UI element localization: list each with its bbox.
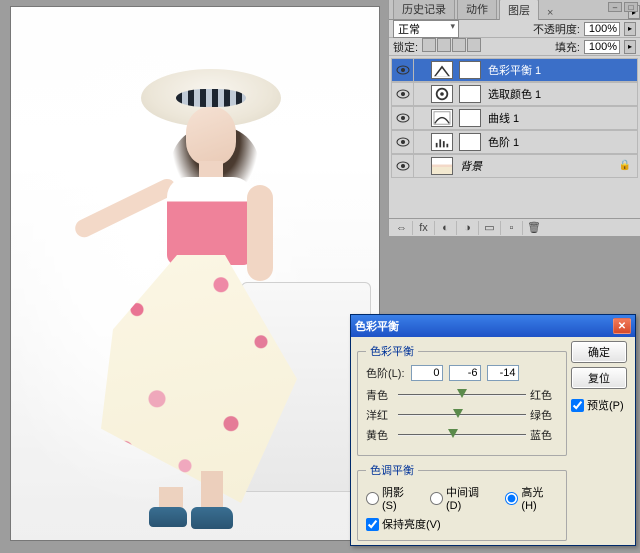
group-label: 色调平衡: [366, 462, 418, 478]
mask-thumb: [459, 85, 481, 103]
link-layers-icon[interactable]: ⇔: [391, 221, 413, 235]
layer-name: 曲线 1: [488, 110, 519, 126]
dialog-titlebar[interactable]: 色彩平衡 ✕: [351, 315, 635, 337]
layer-name: 选取颜色 1: [488, 86, 541, 102]
layer-name: 色阶 1: [488, 134, 519, 150]
tab-actions[interactable]: 动作: [457, 0, 497, 19]
adjustment-thumb: [431, 85, 453, 103]
blue-label: 蓝色: [530, 427, 558, 443]
fx-icon[interactable]: fx: [413, 221, 435, 235]
yellow-label: 黄色: [366, 427, 394, 443]
dialog-title: 色彩平衡: [355, 318, 399, 334]
photo: [11, 7, 379, 540]
color-balance-group: 色彩平衡 色阶(L): 青色 红色 洋红 绿色 黄色 蓝色: [357, 343, 567, 456]
layers-list: 色彩平衡 1 选取颜色 1 曲线 1 色阶 1 背景: [389, 56, 640, 178]
adjustment-thumb: [431, 109, 453, 127]
fill-stepper-icon[interactable]: ▸: [624, 40, 636, 54]
layer-thumb: [431, 157, 453, 175]
layer-curves[interactable]: 曲线 1: [391, 106, 638, 130]
tab-layers[interactable]: 图层: [499, 0, 539, 20]
close-icon[interactable]: ✕: [613, 318, 631, 334]
visibility-toggle[interactable]: [392, 155, 414, 177]
mask-thumb: [459, 133, 481, 151]
cyan-red-slider[interactable]: [398, 389, 526, 401]
layer-selective-color[interactable]: 选取颜色 1: [391, 82, 638, 106]
lock-all-icon[interactable]: [467, 38, 481, 52]
lock-icon: 🔒: [619, 160, 631, 171]
radio-shadows[interactable]: 阴影(S): [366, 484, 418, 512]
opacity-value[interactable]: 100%: [584, 22, 620, 36]
layer-name: 背景: [460, 158, 482, 174]
levels-label: 色阶(L):: [366, 365, 405, 381]
lock-pixels-icon[interactable]: [437, 38, 451, 52]
new-layer-icon[interactable]: ▫: [501, 221, 523, 235]
tab-history[interactable]: 历史记录: [393, 0, 455, 19]
mask-icon[interactable]: ◐: [435, 221, 457, 235]
fill-value[interactable]: 100%: [584, 40, 620, 54]
group-label: 色彩平衡: [366, 343, 418, 359]
layer-color-balance[interactable]: 色彩平衡 1: [391, 58, 638, 82]
checkbox-preserve-luminosity[interactable]: 保持亮度(V): [366, 516, 558, 532]
panels-column: – □ 历史记录 动作 图层 × ▸ 正常 不透明度: 100% ▸ 锁定: 填…: [388, 0, 640, 236]
ok-button[interactable]: 确定: [571, 341, 627, 363]
radio-midtones[interactable]: 中间调(D): [430, 484, 493, 512]
adjustment-thumb: [431, 61, 453, 79]
mask-thumb: [459, 109, 481, 127]
tab-close-icon[interactable]: ×: [543, 7, 557, 19]
visibility-toggle[interactable]: [392, 59, 414, 81]
mask-thumb: [459, 61, 481, 79]
tone-balance-group: 色调平衡 阴影(S) 中间调(D) 高光(H) 保持亮度(V): [357, 462, 567, 541]
lock-transparency-icon[interactable]: [422, 38, 436, 52]
model-figure: [71, 69, 311, 529]
yellow-blue-slider[interactable]: [398, 429, 526, 441]
visibility-toggle[interactable]: [392, 83, 414, 105]
adjustment-icon[interactable]: ◑: [457, 221, 479, 235]
panel-tabs: 历史记录 动作 图层 × ▸: [389, 0, 640, 20]
checkbox-preview[interactable]: 预览(P): [571, 397, 627, 413]
opacity-stepper-icon[interactable]: ▸: [624, 22, 636, 36]
layer-levels[interactable]: 色阶 1: [391, 130, 638, 154]
layers-footer: ⇔ fx ◐ ◑ ▭ ▫ 🗑: [389, 218, 640, 236]
layer-name: 色彩平衡 1: [488, 62, 541, 78]
green-label: 绿色: [530, 407, 558, 423]
cyan-label: 青色: [366, 387, 394, 403]
lock-buttons[interactable]: [422, 38, 482, 55]
level-input-b[interactable]: [449, 365, 481, 381]
level-input-c[interactable]: [487, 365, 519, 381]
panel-minimize-icon[interactable]: –: [608, 2, 622, 12]
adjustment-thumb: [431, 133, 453, 151]
lock-position-icon[interactable]: [452, 38, 466, 52]
reset-button[interactable]: 复位: [571, 367, 627, 389]
opacity-label: 不透明度:: [533, 21, 580, 37]
visibility-toggle[interactable]: [392, 107, 414, 129]
magenta-label: 洋红: [366, 407, 394, 423]
lock-label: 锁定:: [393, 39, 418, 55]
layer-background[interactable]: 背景 🔒: [391, 154, 638, 178]
magenta-green-slider[interactable]: [398, 409, 526, 421]
visibility-toggle[interactable]: [392, 131, 414, 153]
panel-close-icon[interactable]: □: [624, 2, 638, 12]
group-icon[interactable]: ▭: [479, 221, 501, 235]
level-input-a[interactable]: [411, 365, 443, 381]
fill-label: 填充:: [555, 39, 580, 55]
blend-mode-select[interactable]: 正常: [393, 20, 459, 38]
color-balance-dialog: 色彩平衡 ✕ 色彩平衡 色阶(L): 青色 红色 洋红 绿色 黄: [350, 314, 636, 546]
trash-icon[interactable]: 🗑: [523, 221, 545, 235]
radio-highlights[interactable]: 高光(H): [505, 484, 558, 512]
document-canvas[interactable]: [10, 6, 380, 541]
red-label: 红色: [530, 387, 558, 403]
